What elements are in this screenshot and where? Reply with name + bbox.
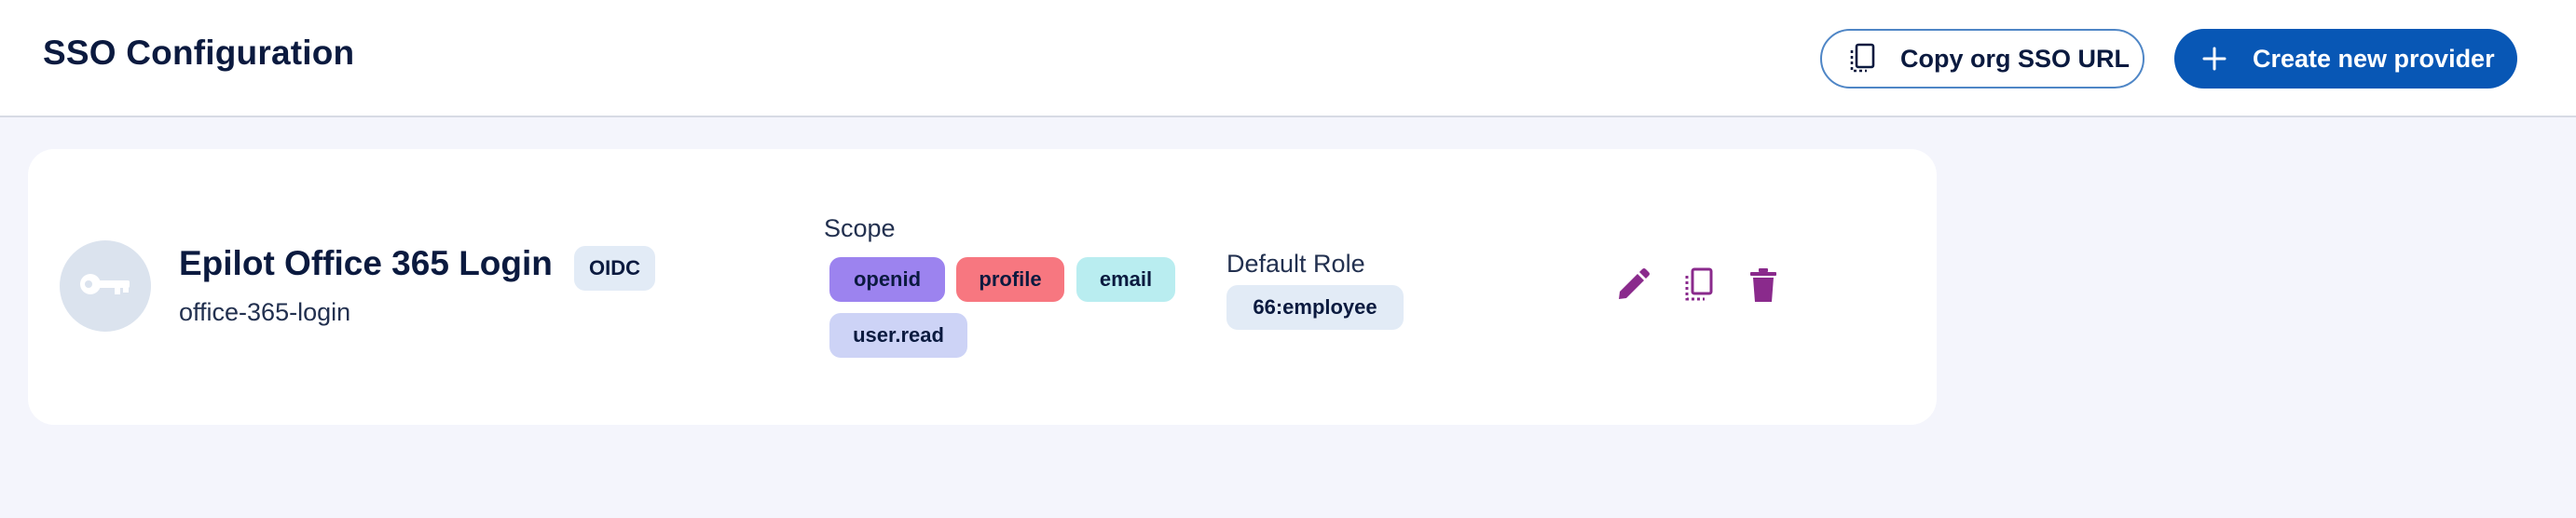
provider-card: Epilot Office 365 Login OIDC office-365-… <box>28 149 1937 425</box>
edit-button[interactable] <box>1612 266 1653 307</box>
copy-icon <box>1846 43 1878 75</box>
duplicate-button[interactable] <box>1678 266 1719 307</box>
provider-slug: office-365-login <box>179 298 351 326</box>
copy-icon <box>1682 267 1714 307</box>
provider-avatar <box>60 240 151 332</box>
scope-chip-openid: openid <box>829 257 945 302</box>
provider-name: Epilot Office 365 Login <box>179 244 553 282</box>
create-new-provider-label: Create new provider <box>2253 44 2495 73</box>
page-title: SSO Configuration <box>43 34 355 72</box>
key-icon <box>77 268 133 305</box>
copy-org-sso-url-label: Copy org SSO URL <box>1900 44 2131 73</box>
scope-chip-email: email <box>1076 257 1175 302</box>
page-header: SSO Configuration Copy org SSO URL Creat… <box>0 0 2576 117</box>
provider-type-badge: OIDC <box>574 246 655 291</box>
delete-button[interactable] <box>1743 266 1784 307</box>
plus-icon <box>2199 43 2230 75</box>
create-new-provider-button[interactable]: Create new provider <box>2174 29 2517 89</box>
edit-icon <box>1615 267 1651 307</box>
default-role-chip: 66:employee <box>1226 285 1404 330</box>
scope-label: Scope <box>824 214 896 242</box>
scope-chip-user-read: user.read <box>829 313 967 358</box>
scope-chip-profile: profile <box>956 257 1064 302</box>
delete-icon <box>1748 267 1778 307</box>
copy-org-sso-url-button[interactable]: Copy org SSO URL <box>1820 29 2144 89</box>
default-role-label: Default Role <box>1226 250 1365 278</box>
